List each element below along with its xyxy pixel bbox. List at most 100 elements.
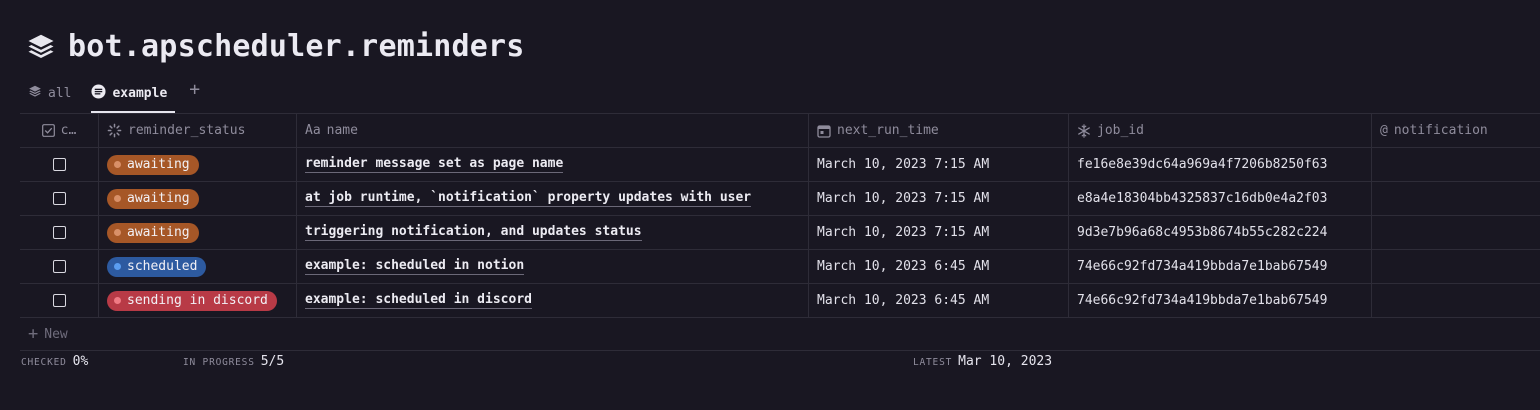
- row-checkbox[interactable]: [52, 192, 66, 205]
- job-id-value: 74e66c92fd734a419bbda7e1bab67549: [1077, 293, 1328, 308]
- column-header-notification[interactable]: @ notification: [1371, 114, 1540, 147]
- status-badge[interactable]: awaiting: [107, 188, 199, 209]
- table-row[interactable]: scheduled example: scheduled in notion Mar…: [20, 249, 1540, 283]
- page-name-link[interactable]: example: scheduled in notion: [305, 258, 525, 275]
- job-id-cell[interactable]: fe16e8e39dc64a969a4f7206b8250f63: [1068, 148, 1371, 181]
- in-progress-summary[interactable]: IN PROGRESS 5/5: [183, 354, 284, 369]
- checkbox-cell: [20, 284, 98, 317]
- table-row[interactable]: awaiting reminder message set as page nam…: [20, 147, 1540, 181]
- latest-value: Mar 10, 2023: [958, 354, 1053, 369]
- page-name-link[interactable]: at job runtime, `notification` property …: [305, 190, 752, 207]
- next-run-time-cell[interactable]: March 10, 2023 6:45 AM: [808, 250, 1068, 283]
- column-header-checkbox[interactable]: c…: [20, 114, 98, 147]
- new-row-button[interactable]: + New: [20, 318, 1540, 351]
- status-dot-icon: [114, 195, 121, 202]
- new-label: New: [44, 326, 68, 342]
- date-value: March 10, 2023 7:15 AM: [817, 225, 990, 240]
- status-cell[interactable]: awaiting: [98, 148, 296, 181]
- job-id-cell[interactable]: 74e66c92fd734a419bbda7e1bab67549: [1068, 250, 1371, 283]
- next-run-time-cell[interactable]: March 10, 2023 6:45 AM: [808, 284, 1068, 317]
- job-id-value: fe16e8e39dc64a969a4f7206b8250f63: [1077, 157, 1328, 172]
- notification-cell[interactable]: [1371, 284, 1540, 317]
- latest-summary[interactable]: LATEST Mar 10, 2023: [913, 354, 1052, 369]
- job-id-cell[interactable]: e8a4e18304bb4325837c16db0e4a2f03: [1068, 182, 1371, 215]
- date-value: March 10, 2023 6:45 AM: [817, 259, 990, 274]
- notification-cell[interactable]: [1371, 148, 1540, 181]
- tab-label: example: [112, 86, 168, 101]
- status-badge[interactable]: sending in discord: [107, 290, 277, 311]
- table-row[interactable]: awaiting at job runtime, `notification` p…: [20, 181, 1540, 215]
- status-cell[interactable]: sending in discord: [98, 284, 296, 317]
- column-header-next-run-time[interactable]: next_run_time: [808, 114, 1068, 147]
- latest-label: LATEST: [913, 357, 953, 368]
- checkbox-cell: [20, 182, 98, 215]
- page-name-link[interactable]: reminder message set as page name: [305, 156, 564, 173]
- job-id-value: 74e66c92fd734a419bbda7e1bab67549: [1077, 259, 1328, 274]
- at-icon: @: [1380, 123, 1388, 138]
- column-label: reminder_status: [128, 123, 246, 138]
- status-cell[interactable]: awaiting: [98, 216, 296, 249]
- checkbox-cell: [20, 250, 98, 283]
- status-badge[interactable]: scheduled: [107, 256, 207, 277]
- status-cell[interactable]: scheduled: [98, 250, 296, 283]
- date-value: March 10, 2023 6:45 AM: [817, 293, 990, 308]
- status-badge[interactable]: awaiting: [107, 222, 199, 243]
- table-row[interactable]: sending in discord example: scheduled in …: [20, 283, 1540, 318]
- checkbox-cell: [20, 148, 98, 181]
- table-header: c… reminder_status Aa name next_run_time: [20, 113, 1540, 147]
- tab-all[interactable]: all: [28, 80, 77, 110]
- name-cell[interactable]: example: scheduled in discord: [296, 284, 808, 317]
- tab-label: all: [48, 85, 72, 101]
- name-cell[interactable]: reminder message set as page name: [296, 148, 808, 181]
- status-dot-icon: [114, 263, 121, 270]
- view-tabs: all example +: [28, 80, 200, 113]
- stack-icon: [28, 84, 42, 102]
- name-cell[interactable]: at job runtime, `notification` property …: [296, 182, 808, 215]
- checked-label: CHECKED: [21, 357, 67, 368]
- column-header-job-id[interactable]: job_id: [1068, 114, 1371, 147]
- row-checkbox[interactable]: [52, 294, 66, 307]
- status-label: sending in discord: [127, 293, 268, 308]
- next-run-time-cell[interactable]: March 10, 2023 7:15 AM: [808, 216, 1068, 249]
- notification-cell[interactable]: [1371, 216, 1540, 249]
- checked-summary[interactable]: CHECKED 0%: [21, 354, 88, 369]
- table-row[interactable]: awaiting triggering notification, and upd…: [20, 215, 1540, 249]
- page-title: bot.apscheduler.reminders: [68, 28, 525, 64]
- tab-example[interactable]: example: [91, 80, 176, 113]
- next-run-time-cell[interactable]: March 10, 2023 7:15 AM: [808, 148, 1068, 181]
- column-header-reminder-status[interactable]: reminder_status: [98, 114, 296, 147]
- status-dot-icon: [114, 229, 121, 236]
- job-id-value: 9d3e7b96a68c4953b8674b55c282c224: [1077, 225, 1328, 240]
- name-cell[interactable]: example: scheduled in notion: [296, 250, 808, 283]
- status-badge[interactable]: awaiting: [107, 154, 199, 175]
- text-aa-icon: Aa: [305, 123, 321, 138]
- column-label: c…: [60, 123, 77, 138]
- status-label: awaiting: [127, 225, 190, 240]
- date-value: March 10, 2023 7:15 AM: [817, 157, 990, 172]
- job-id-cell[interactable]: 74e66c92fd734a419bbda7e1bab67549: [1068, 284, 1371, 317]
- column-label: notification: [1393, 123, 1488, 138]
- job-id-cell[interactable]: 9d3e7b96a68c4953b8674b55c282c224: [1068, 216, 1371, 249]
- plus-icon[interactable]: +: [189, 80, 200, 99]
- status-cell[interactable]: awaiting: [98, 182, 296, 215]
- page-header: bot.apscheduler.reminders: [26, 24, 525, 68]
- database-table: c… reminder_status Aa name next_run_time: [20, 113, 1540, 351]
- status-dot-icon: [114, 297, 121, 304]
- column-header-name[interactable]: Aa name: [296, 114, 808, 147]
- notification-cell[interactable]: [1371, 250, 1540, 283]
- job-id-value: e8a4e18304bb4325837c16db0e4a2f03: [1077, 191, 1328, 206]
- row-checkbox[interactable]: [52, 226, 66, 239]
- in-progress-label: IN PROGRESS: [183, 357, 255, 368]
- date-value: March 10, 2023 7:15 AM: [817, 191, 990, 206]
- page-name-link[interactable]: triggering notification, and updates sta…: [305, 224, 642, 241]
- row-checkbox[interactable]: [52, 158, 66, 171]
- name-cell[interactable]: triggering notification, and updates sta…: [296, 216, 808, 249]
- next-run-time-cell[interactable]: March 10, 2023 7:15 AM: [808, 182, 1068, 215]
- page-name-link[interactable]: example: scheduled in discord: [305, 292, 532, 309]
- checkbox-cell: [20, 216, 98, 249]
- column-label: name: [326, 123, 358, 138]
- table-footer: CHECKED 0% IN PROGRESS 5/5 LATEST Mar 10…: [20, 354, 1540, 370]
- column-label: next_run_time: [837, 123, 939, 138]
- row-checkbox[interactable]: [52, 260, 66, 273]
- notification-cell[interactable]: [1371, 182, 1540, 215]
